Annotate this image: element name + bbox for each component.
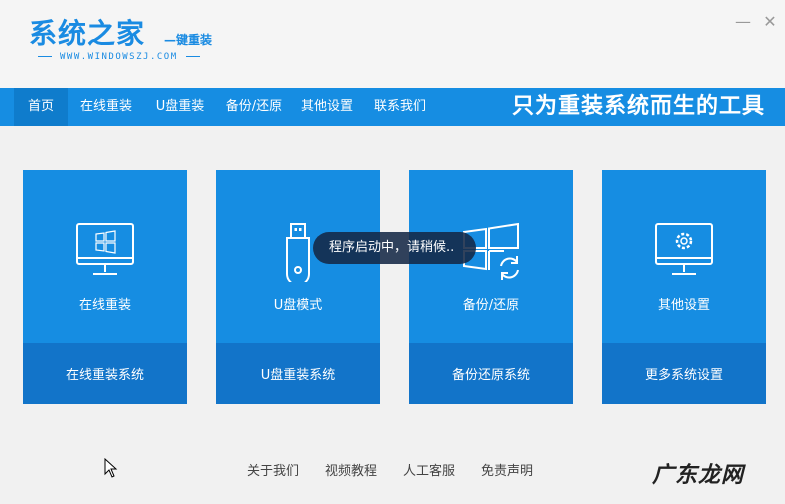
nav-item-home[interactable]: 首页 bbox=[14, 88, 68, 126]
card-title: 其他设置 bbox=[657, 298, 710, 313]
mouse-cursor-icon bbox=[104, 458, 118, 478]
close-button[interactable]: ✕ bbox=[762, 14, 778, 30]
card-backup-restore[interactable]: 备份/还原 备份还原系统 bbox=[409, 170, 573, 404]
watermark: 广东龙网 bbox=[652, 463, 745, 488]
nav-item-usb-reinstall[interactable]: U盘重装 bbox=[148, 88, 212, 126]
app-logo-title: 系统之家 bbox=[29, 17, 146, 50]
nav-item-other-settings[interactable]: 其他设置 bbox=[294, 88, 360, 126]
app-logo-subtitle: —键重装 bbox=[164, 33, 213, 47]
nav-item-backup-restore[interactable]: 备份/还原 bbox=[218, 88, 290, 126]
nav-item-online-reinstall[interactable]: 在线重装 bbox=[72, 88, 140, 126]
card-title: 在线重装 bbox=[78, 298, 131, 313]
card-online-reinstall[interactable]: 在线重装 在线重装系统 bbox=[23, 170, 187, 404]
card-usb-mode[interactable]: U盘模式 U盘重装系统 bbox=[216, 170, 380, 404]
card-footer-label[interactable]: 在线重装系统 bbox=[23, 343, 187, 404]
loading-toast: 程序启动中，请稍候.. bbox=[313, 232, 476, 264]
footer-link-disclaimer[interactable]: 免责声明 bbox=[481, 460, 533, 479]
card-other-settings[interactable]: 其他设置 更多系统设置 bbox=[602, 170, 766, 404]
footer-link-about[interactable]: 关于我们 bbox=[247, 460, 299, 479]
usb-drive-icon bbox=[286, 223, 310, 282]
footer-link-video-tutorial[interactable]: 视频教程 bbox=[325, 460, 377, 479]
card-title: 备份/还原 bbox=[462, 298, 520, 313]
monitor-gear-icon bbox=[655, 223, 713, 275]
card-footer-label[interactable]: 备份还原系统 bbox=[409, 343, 573, 404]
monitor-windows-icon bbox=[76, 223, 134, 275]
logo-url-text: WWW.WINDOWSZJ.COM bbox=[60, 52, 178, 62]
card-title: U盘模式 bbox=[273, 298, 323, 313]
card-footer-label[interactable]: U盘重装系统 bbox=[216, 343, 380, 404]
app-logo-url: WWW.WINDOWSZJ.COM bbox=[30, 52, 208, 62]
nav-item-contact-us[interactable]: 联系我们 bbox=[367, 88, 433, 126]
top-nav: 首页 在线重装 U盘重装 备份/还原 其他设置 联系我们 只为重装系统而生的工具 bbox=[0, 88, 785, 126]
card-footer-label[interactable]: 更多系统设置 bbox=[602, 343, 766, 404]
app-header: 系统之家 —键重装 WWW.WINDOWSZJ.COM — ✕ bbox=[0, 0, 785, 88]
footer-link-customer-service[interactable]: 人工客服 bbox=[403, 460, 455, 479]
nav-slogan: 只为重装系统而生的工具 bbox=[511, 94, 765, 119]
minimize-button[interactable]: — bbox=[735, 14, 751, 30]
